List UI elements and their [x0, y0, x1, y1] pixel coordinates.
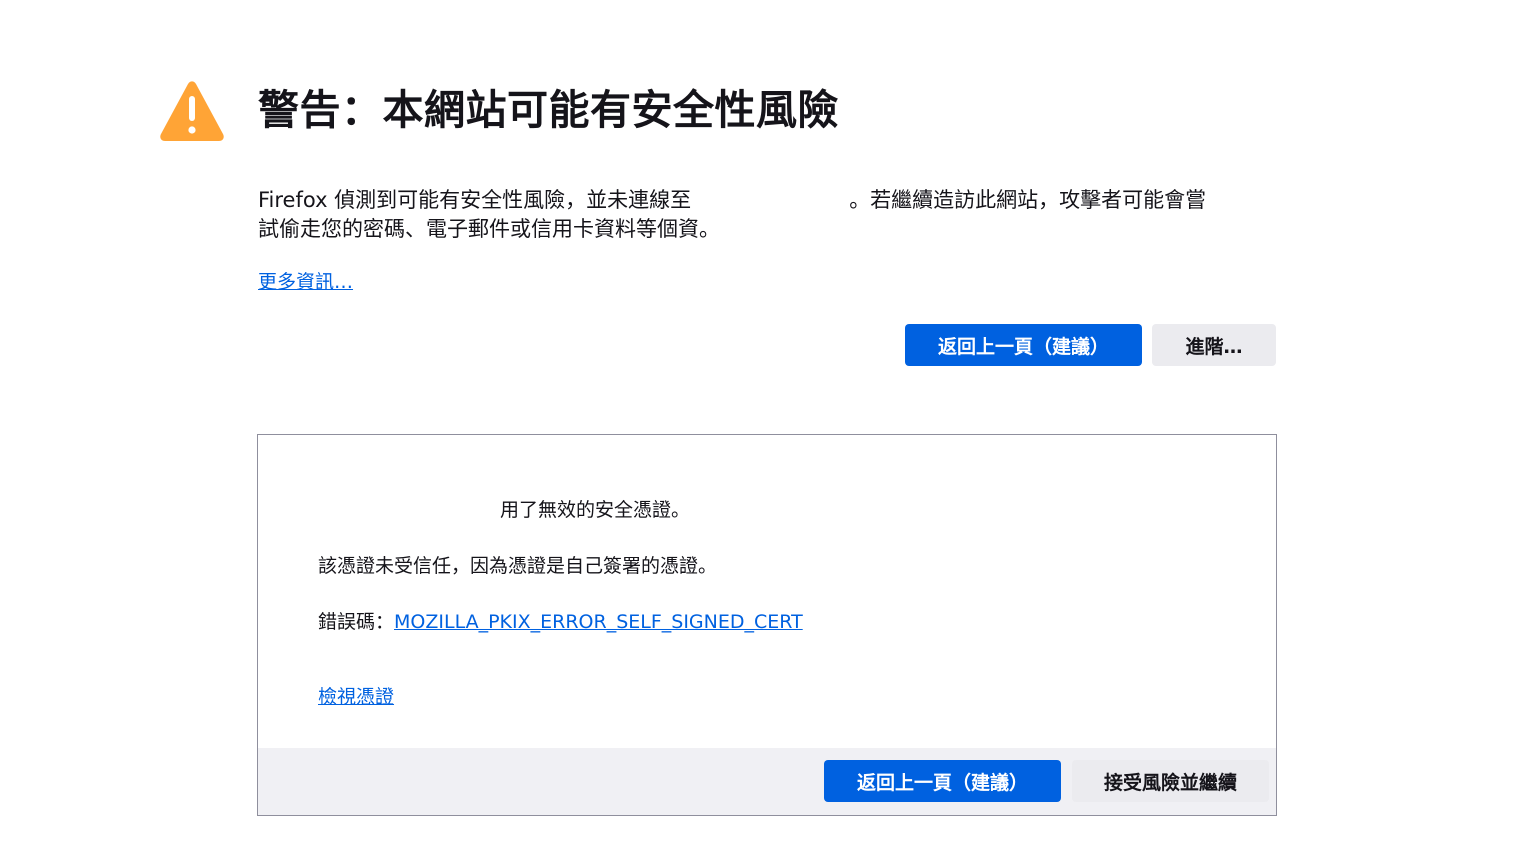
accept-risk-button[interactable]: 接受風險並繼續 [1072, 760, 1269, 802]
error-code-row: 錯誤碼：MOZILLA_PKIX_ERROR_SELF_SIGNED_CERT [318, 608, 803, 636]
go-back-button-advanced[interactable]: 返回上一頁（建議） [824, 760, 1061, 802]
advanced-panel: 用了無效的安全憑證。 該憑證未受信任，因為憑證是自己簽署的憑證。 錯誤碼：MOZ… [257, 434, 1277, 816]
advanced-button[interactable]: 進階… [1152, 324, 1276, 366]
view-certificate-link[interactable]: 檢視憑證 [318, 686, 394, 708]
invalid-cert-text: 用了無效的安全憑證。 [500, 499, 691, 521]
page-title: 警告：本網站可能有安全性風險 [258, 86, 839, 134]
description-line-2: 試偷走您的密碼、電子郵件或信用卡資料等個資。 [258, 217, 720, 241]
description-line-1-end: 。若繼續造訪此網站，攻擊者可能會嘗 [849, 188, 1207, 212]
error-page: 警告：本網站可能有安全性風險 Firefox 偵測到可能有安全性風險，並未連線至… [0, 0, 1515, 847]
view-certificate-row: 檢視憑證 [318, 683, 394, 711]
error-code-label: 錯誤碼： [318, 611, 395, 633]
go-back-button[interactable]: 返回上一頁（建議） [905, 324, 1142, 366]
learn-more-link[interactable]: 更多資訊… [258, 268, 353, 296]
advanced-panel-footer: 返回上一頁（建議） 接受風險並繼續 [258, 748, 1276, 815]
description-line-1: Firefox 偵測到可能有安全性風險，並未連線至 。若繼續造訪此網站，攻擊者可能… [258, 186, 1258, 215]
description-line-1-start: Firefox 偵測到可能有安全性風險，並未連線至 [258, 188, 692, 212]
untrusted-cert-text: 該憑證未受信任，因為憑證是自己簽署的憑證。 [318, 555, 718, 577]
warning-triangle-icon [160, 81, 224, 141]
error-description: Firefox 偵測到可能有安全性風險，並未連線至 。若繼續造訪此網站，攻擊者可能… [258, 186, 1258, 244]
error-code-link[interactable]: MOZILLA_PKIX_ERROR_SELF_SIGNED_CERT [394, 611, 803, 633]
